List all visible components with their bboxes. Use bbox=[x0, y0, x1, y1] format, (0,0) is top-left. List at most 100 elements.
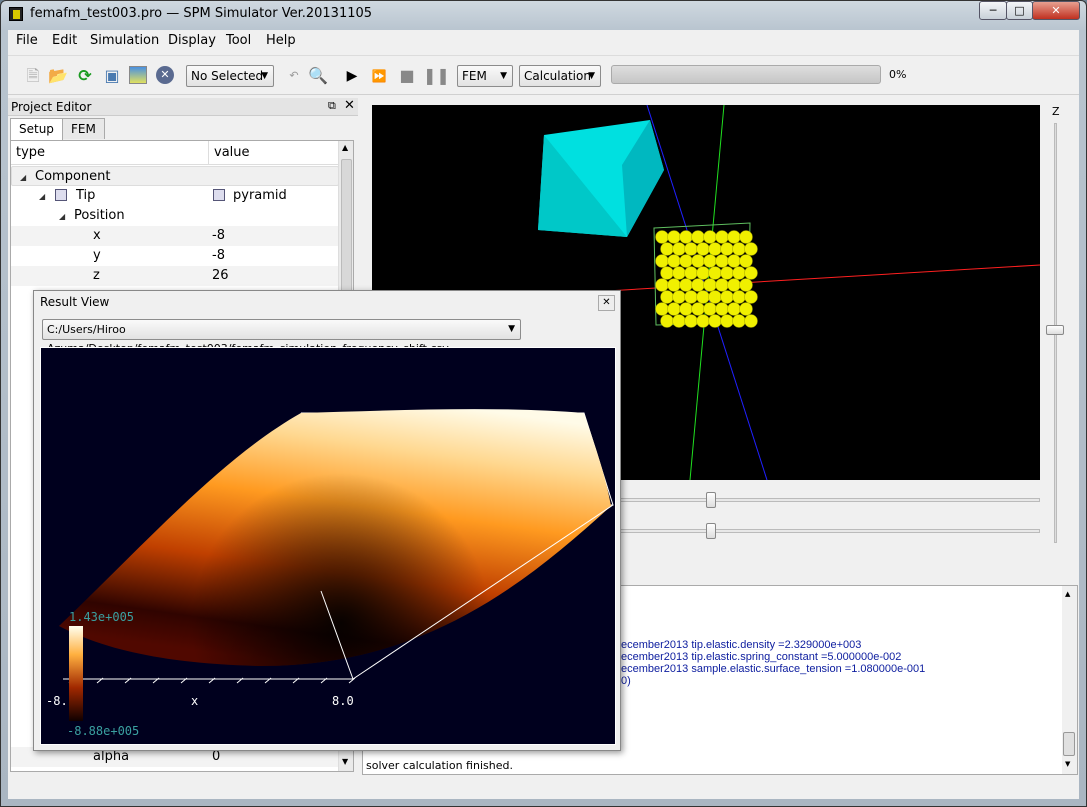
tree-row[interactable]: ◢ Component bbox=[11, 166, 339, 186]
atom bbox=[715, 278, 729, 292]
menu-edit[interactable]: Edit bbox=[52, 33, 77, 48]
close-circle-icon[interactable]: ✕ bbox=[156, 66, 174, 84]
tree-row[interactable]: x -8 bbox=[11, 226, 339, 246]
row-value[interactable]: -8 bbox=[212, 248, 225, 263]
float-icon[interactable]: ⧉ bbox=[328, 99, 336, 113]
atom bbox=[696, 314, 710, 328]
selection-dropdown[interactable]: No Selected ▼ bbox=[186, 65, 274, 87]
atom bbox=[703, 230, 717, 244]
save-icon[interactable]: ▣ bbox=[102, 66, 122, 86]
slider-track[interactable] bbox=[620, 498, 1040, 502]
slider-knob[interactable] bbox=[706, 492, 716, 508]
new-file-icon[interactable]: 🗎 bbox=[23, 66, 43, 86]
stop-icon[interactable]: ■ bbox=[397, 66, 417, 86]
scroll-down-icon[interactable]: ▼ bbox=[342, 757, 348, 766]
menu-help[interactable]: Help bbox=[266, 33, 296, 48]
progress-bar bbox=[611, 65, 881, 84]
atom bbox=[679, 230, 693, 244]
horizontal-slider-2[interactable] bbox=[620, 521, 1040, 543]
mode-dropdown[interactable]: FEM ▼ bbox=[457, 65, 513, 87]
pause-icon[interactable]: ❚❚ bbox=[423, 66, 450, 86]
action-dropdown[interactable]: Calculation ▼ bbox=[519, 65, 601, 87]
tab-setup[interactable]: Setup bbox=[10, 118, 63, 140]
row-type: z bbox=[93, 268, 100, 283]
open-folder-icon[interactable]: 📂 bbox=[48, 66, 68, 86]
atom bbox=[703, 254, 717, 268]
scrollbar-thumb[interactable] bbox=[1063, 732, 1075, 756]
zoom-in-icon[interactable]: 🔍 bbox=[308, 66, 328, 86]
x-min-label: -8. bbox=[46, 694, 68, 708]
atom bbox=[655, 302, 669, 316]
expand-triangle-icon[interactable]: ◢ bbox=[39, 192, 45, 201]
slider-knob[interactable] bbox=[706, 523, 716, 539]
scroll-up-icon[interactable]: ▲ bbox=[1065, 590, 1070, 598]
atom bbox=[667, 302, 681, 316]
surface-plot[interactable]: 1.43e+005 -8.88e+005 -8. x 8.0 bbox=[40, 347, 616, 745]
row-value[interactable]: 26 bbox=[212, 268, 229, 283]
atom bbox=[696, 266, 710, 280]
scroll-up-icon[interactable]: ▲ bbox=[342, 143, 348, 152]
close-icon[interactable]: ✕ bbox=[344, 98, 355, 113]
row-value: pyramid bbox=[233, 188, 287, 203]
atom bbox=[655, 278, 669, 292]
slider-track[interactable] bbox=[620, 529, 1040, 533]
atom bbox=[667, 254, 681, 268]
menu-display[interactable]: Display bbox=[168, 33, 216, 48]
result-view-window[interactable]: Result View ✕ C:/Users/Hiroo Azuma/Deskt… bbox=[33, 290, 621, 751]
log-line: 0) bbox=[621, 675, 631, 687]
row-value[interactable]: -8 bbox=[212, 228, 225, 243]
close-button[interactable]: ✕ bbox=[1032, 1, 1080, 20]
atom bbox=[715, 230, 729, 244]
horizontal-slider-1[interactable] bbox=[620, 490, 1040, 512]
chevron-down-icon: ▼ bbox=[261, 71, 268, 81]
atom bbox=[691, 302, 705, 316]
chevron-down-icon: ▼ bbox=[588, 71, 595, 81]
selection-value: No Selected bbox=[191, 69, 264, 83]
tree-row[interactable]: y -8 bbox=[11, 246, 339, 266]
file-dropdown[interactable]: C:/Users/Hiroo Azuma/Desktop/femafm_test… bbox=[42, 319, 521, 355]
expand-triangle-icon[interactable]: ◢ bbox=[20, 173, 26, 182]
expand-triangle-icon[interactable]: ◢ bbox=[59, 212, 65, 221]
atom bbox=[667, 278, 681, 292]
column-header-value[interactable]: value bbox=[209, 141, 339, 165]
z-slider[interactable]: Z bbox=[1044, 105, 1074, 545]
close-icon: ✕ bbox=[602, 297, 611, 308]
reload-icon[interactable]: ⟳ bbox=[75, 66, 95, 86]
scroll-down-icon[interactable]: ▼ bbox=[1065, 760, 1070, 768]
atom bbox=[720, 290, 734, 304]
close-button[interactable]: ✕ bbox=[598, 295, 615, 311]
image-icon[interactable] bbox=[129, 66, 147, 84]
atom bbox=[715, 254, 729, 268]
atom bbox=[660, 314, 674, 328]
atom bbox=[739, 302, 753, 316]
atom bbox=[696, 290, 710, 304]
row-value[interactable]: 0 bbox=[212, 749, 220, 764]
row-type: y bbox=[93, 248, 101, 263]
row-type: Position bbox=[74, 208, 125, 223]
app-icon bbox=[9, 7, 23, 21]
tab-fem[interactable]: FEM bbox=[62, 118, 105, 139]
back-icon[interactable]: ↶ bbox=[284, 66, 304, 86]
log-scrollbar[interactable]: ▲ ▼ bbox=[1062, 586, 1077, 774]
atom bbox=[708, 314, 722, 328]
menu-file[interactable]: File bbox=[16, 33, 38, 48]
tree-row[interactable]: ◢ Tip pyramid bbox=[11, 186, 339, 206]
maximize-button[interactable]: □ bbox=[1006, 1, 1033, 20]
x-axis-label: x bbox=[191, 694, 199, 708]
menu-simulation[interactable]: Simulation bbox=[90, 33, 159, 48]
z-slider-knob[interactable] bbox=[1046, 325, 1064, 335]
component-icon bbox=[213, 189, 225, 201]
atom bbox=[660, 290, 674, 304]
atom bbox=[732, 242, 746, 256]
tree-row[interactable]: ◢ Position bbox=[11, 206, 339, 226]
menu-tool[interactable]: Tool bbox=[226, 33, 251, 48]
chevron-down-icon: ▼ bbox=[508, 324, 515, 334]
fast-forward-icon[interactable]: ⏩ bbox=[369, 66, 389, 86]
play-icon[interactable]: ▶ bbox=[342, 66, 362, 86]
tree-row[interactable]: z 26 bbox=[11, 266, 339, 286]
minimize-button[interactable]: ─ bbox=[979, 1, 1007, 20]
title-bar: femafm_test003.pro — SPM Simulator Ver.2… bbox=[0, 0, 1087, 28]
column-header-type[interactable]: type bbox=[11, 141, 209, 165]
atom bbox=[727, 302, 741, 316]
project-editor-header: Project Editor ⧉ ✕ bbox=[8, 98, 358, 116]
